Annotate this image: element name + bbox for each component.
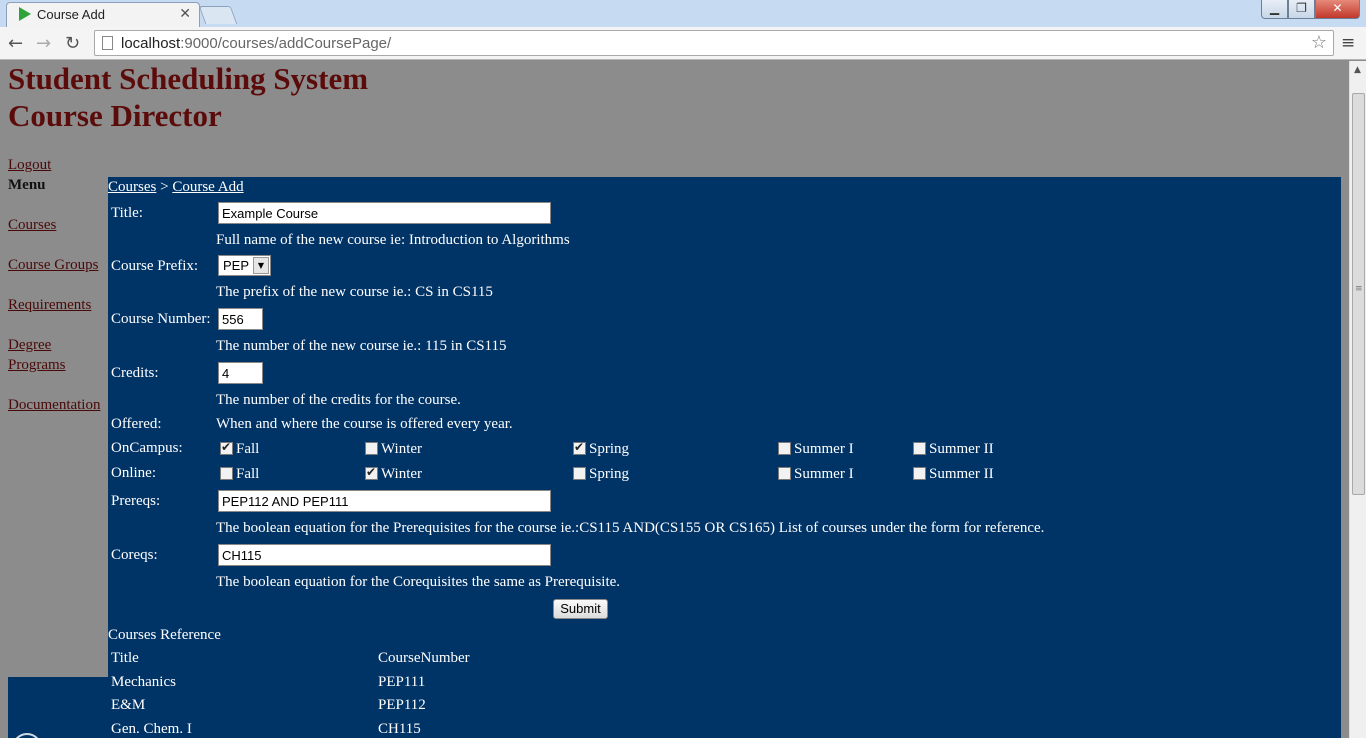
credits-label: Credits:	[111, 365, 159, 381]
coreqs-input[interactable]	[218, 544, 551, 566]
title-label: Title:	[111, 205, 143, 221]
table-cell-number: PEP112	[378, 697, 426, 713]
menu-heading: Menu	[8, 177, 46, 193]
oncampus-winter-checkbox[interactable]	[365, 442, 378, 455]
coreqs-label: Coreqs:	[111, 547, 158, 563]
breadcrumb-course-add-link[interactable]: Course Add	[172, 179, 243, 195]
breadcrumb-separator: >	[156, 179, 173, 195]
logout-link[interactable]: Logout	[8, 157, 51, 173]
window-close-button[interactable]: ✕	[1315, 0, 1360, 19]
oncampus-fall-checkbox[interactable]	[220, 440, 233, 455]
sidebar-item-degree-programs[interactable]: Degree	[8, 337, 51, 353]
window-minimize-button[interactable]: ▁	[1261, 0, 1288, 19]
dropdown-arrow-icon[interactable]: ▼	[253, 257, 269, 274]
oncampus-spring-checkbox[interactable]	[573, 440, 586, 455]
browser-menu-icon[interactable]: ≡	[1341, 33, 1355, 53]
prefix-select-value: PEP	[223, 258, 250, 273]
table-cell-title: Gen. Chem. I	[111, 721, 192, 737]
online-spring-label: Spring	[589, 466, 630, 482]
main-content: Courses > Course Add Title: Full name of…	[108, 177, 1341, 738]
breadcrumb: Courses > Course Add	[108, 179, 244, 196]
play-favicon-icon	[19, 7, 31, 21]
credits-help: The number of the credits for the course…	[216, 392, 461, 408]
scroll-up-arrow-icon[interactable]: ▲	[1354, 65, 1361, 75]
prefix-label: Course Prefix:	[111, 258, 199, 274]
new-tab-button[interactable]	[198, 6, 238, 24]
scroll-thumb[interactable]: ≡	[1352, 93, 1365, 495]
browser-tab-strip: Course Add ✕ ▁ ❐ ✕	[0, 0, 1366, 27]
prefix-select[interactable]: PEP ▼	[218, 255, 271, 276]
prefix-help: The prefix of the new course ie.: CS in …	[216, 284, 493, 300]
sidebar-item-courses[interactable]: Courses	[8, 217, 56, 233]
online-summer1-label: Summer I	[794, 466, 854, 482]
logo-icon	[12, 733, 42, 738]
reload-icon[interactable]: ↻	[65, 33, 80, 54]
online-summer2-checkbox[interactable]	[913, 467, 926, 480]
url-text[interactable]: localhost:9000/courses/addCoursePage/	[121, 35, 391, 52]
forward-arrow-icon[interactable]: →	[36, 33, 51, 54]
reference-col-number: CourseNumber	[378, 650, 470, 666]
prereqs-input[interactable]	[218, 490, 551, 512]
sidebar-item-course-groups[interactable]: Course Groups	[8, 257, 98, 273]
prereqs-help: The boolean equation for the Prerequisit…	[216, 520, 1045, 536]
title-input[interactable]	[218, 202, 551, 224]
sidebar-footer	[8, 677, 108, 738]
credits-input[interactable]	[218, 362, 263, 384]
online-summer1-checkbox[interactable]	[778, 467, 791, 480]
tab-title: Course Add	[37, 7, 105, 22]
reference-heading: Courses Reference	[108, 627, 221, 643]
bookmark-star-icon[interactable]: ☆	[1311, 32, 1327, 53]
page-icon	[102, 36, 113, 50]
breadcrumb-courses-link[interactable]: Courses	[108, 179, 156, 195]
prereqs-label: Prereqs:	[111, 493, 161, 509]
title-help: Full name of the new course ie: Introduc…	[216, 232, 570, 248]
page-title: Student Scheduling System Course Directo…	[8, 60, 368, 134]
offered-label: Offered:	[111, 416, 162, 432]
oncampus-summer1-checkbox[interactable]	[778, 442, 791, 455]
online-winter-checkbox[interactable]	[365, 465, 378, 480]
sidebar-item-degree-programs-line2[interactable]: Programs	[8, 357, 66, 373]
browser-tab[interactable]: Course Add ✕	[6, 2, 200, 27]
tab-close-icon[interactable]: ✕	[179, 5, 191, 22]
table-cell-title: Mechanics	[111, 674, 176, 690]
table-cell-number: CH115	[378, 721, 421, 737]
browser-toolbar: ← → ↻ localhost:9000/courses/addCoursePa…	[0, 27, 1366, 60]
reference-col-title: Title	[111, 650, 139, 666]
online-fall-checkbox[interactable]	[220, 467, 233, 480]
back-arrow-icon[interactable]: ←	[8, 33, 23, 54]
online-spring-checkbox[interactable]	[573, 467, 586, 480]
offered-help: When and where the course is offered eve…	[216, 416, 513, 432]
online-winter-label: Winter	[381, 466, 423, 482]
oncampus-fall-label: Fall	[236, 441, 260, 457]
role-title: Course Director	[8, 98, 222, 133]
oncampus-winter-label: Winter	[381, 441, 423, 457]
sidebar-item-documentation[interactable]: Documentation	[8, 397, 100, 413]
table-cell-number: PEP111	[378, 674, 426, 690]
oncampus-spring-label: Spring	[589, 441, 630, 457]
course-number-input[interactable]	[218, 308, 263, 330]
number-label: Course Number:	[111, 311, 211, 327]
oncampus-summer2-label: Summer II	[929, 441, 994, 457]
address-bar[interactable]: localhost:9000/courses/addCoursePage/ ☆	[94, 30, 1334, 56]
online-label: Online:	[111, 465, 156, 481]
oncampus-summer1-label: Summer I	[794, 441, 854, 457]
grip-icon: ≡	[1355, 284, 1363, 294]
online-fall-label: Fall	[236, 466, 260, 482]
system-title: Student Scheduling System	[8, 61, 369, 96]
window-maximize-button[interactable]: ❐	[1288, 0, 1315, 19]
page-scrollbar[interactable]: ▲ ≡	[1349, 61, 1366, 738]
table-cell-title: E&M	[111, 697, 146, 713]
online-summer2-label: Summer II	[929, 466, 994, 482]
submit-button[interactable]: Submit	[553, 599, 608, 619]
sidebar-item-requirements[interactable]: Requirements	[8, 297, 91, 313]
number-help: The number of the new course ie.: 115 in…	[216, 338, 507, 354]
coreqs-help: The boolean equation for the Corequisite…	[216, 574, 621, 590]
oncampus-label: OnCampus:	[111, 440, 183, 456]
oncampus-summer2-checkbox[interactable]	[913, 442, 926, 455]
